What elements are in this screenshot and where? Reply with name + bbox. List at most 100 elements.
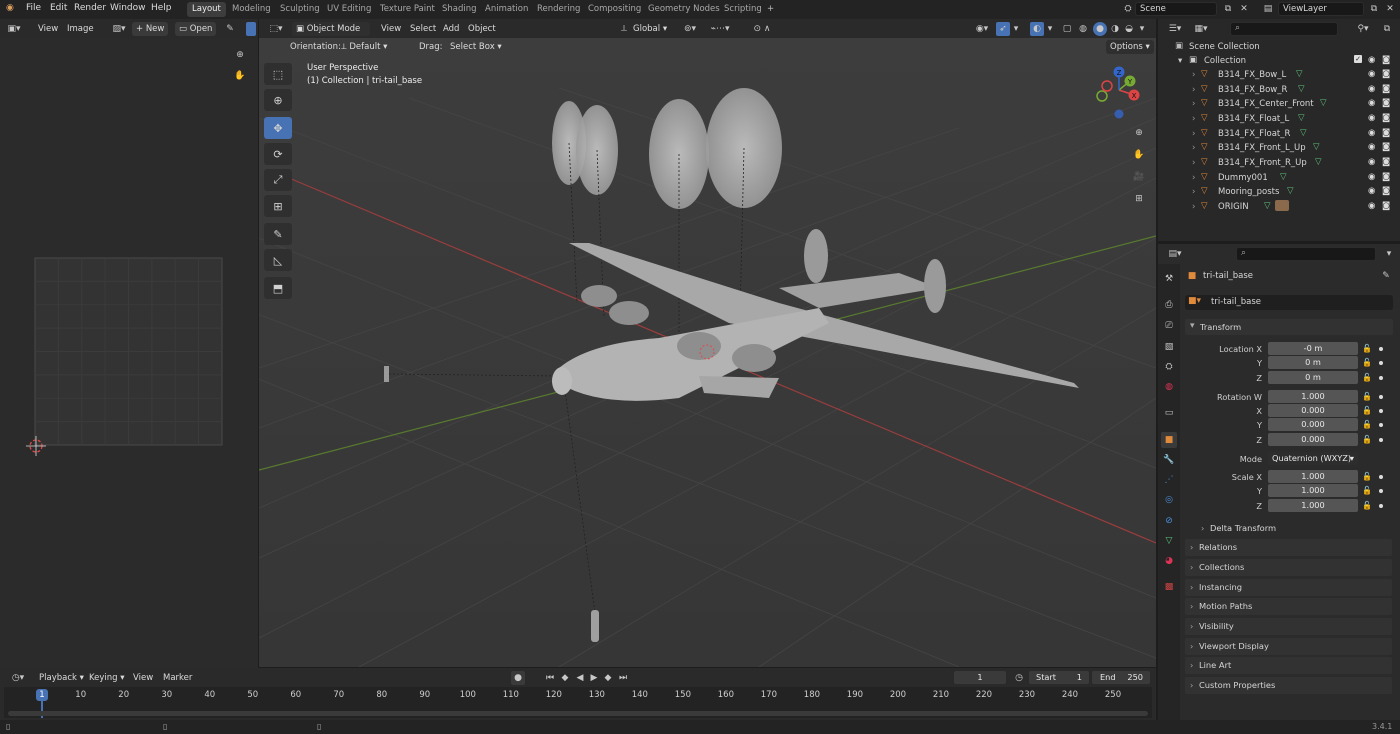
outliner-item[interactable]: › ▽ B314_FX_Bow_L ▽ ◉ ◙ (1158, 68, 1400, 83)
scene-tab-icon[interactable]: ⛭ (1162, 360, 1176, 374)
image-new-button[interactable]: + New (132, 22, 169, 36)
render-camera-icon[interactable]: ◙ (1382, 69, 1390, 79)
new-scene-icon[interactable]: ⧉ (1222, 3, 1234, 15)
render-camera-icon[interactable]: ◙ (1382, 128, 1390, 138)
scene-icon[interactable]: ⛭ (1122, 3, 1134, 15)
tab-compositing[interactable]: Compositing (583, 2, 646, 17)
play-icon[interactable]: ▶ (588, 671, 600, 685)
lock-icon[interactable]: 🔓 (1362, 344, 1372, 353)
checkbox-icon[interactable]: ✓ (1354, 55, 1362, 63)
select-box-tool-icon[interactable]: ⬚ (264, 63, 292, 85)
jump-end-icon[interactable]: ⏭ (617, 671, 629, 685)
play-reverse-icon[interactable]: ◀ (574, 671, 586, 685)
orientation-select[interactable]: ⟂ Default ▾ (341, 42, 387, 52)
viewport-editor-type-icon[interactable]: ⬚▾ (267, 23, 285, 35)
section-relations[interactable]: Relations (1185, 539, 1392, 556)
tab-rendering[interactable]: Rendering (532, 2, 585, 17)
view-layer-icon[interactable]: ▤ (1262, 3, 1274, 15)
visibility-filter-icon[interactable]: ◉▾ (971, 23, 993, 35)
viewport-pan-icon[interactable]: ✋ (1130, 147, 1148, 163)
scene-selector[interactable]: Scene (1135, 2, 1217, 16)
editor-type-icon[interactable]: ▣▾ (6, 23, 22, 35)
render-camera-icon[interactable]: ◙ (1382, 186, 1390, 196)
properties-search-input[interactable]: ⌕ (1236, 247, 1376, 261)
jump-start-icon[interactable]: ⏮ (544, 671, 556, 685)
section-line-art[interactable]: Line Art (1185, 657, 1392, 674)
render-camera-icon[interactable]: ◙ (1382, 84, 1390, 94)
rotate-tool-icon[interactable]: ⟳ (264, 143, 292, 165)
keyframe-dot-icon[interactable] (1379, 361, 1383, 365)
texture-tab-icon[interactable]: ▩ (1162, 580, 1176, 594)
lock-icon[interactable]: 🔓 (1362, 406, 1372, 415)
location-x-field[interactable]: -0 m (1268, 342, 1358, 355)
render-camera-icon[interactable]: ◙ (1382, 113, 1390, 123)
move-tool-icon[interactable]: ✥ (264, 117, 292, 139)
section-visibility[interactable]: Visibility (1185, 618, 1392, 635)
tab-scripting[interactable]: Scripting (719, 2, 767, 17)
keyframe-dot-icon[interactable] (1379, 423, 1383, 427)
render-camera-icon[interactable]: ◙ (1382, 172, 1390, 182)
measure-tool-icon[interactable]: ◺ (264, 249, 292, 271)
world-tab-icon[interactable]: ◍ (1162, 380, 1176, 394)
transform-orientation-icon[interactable]: ⟂ (618, 23, 630, 35)
material-tab-icon[interactable]: ◕ (1162, 554, 1176, 568)
scale-tool-icon[interactable]: ⤢ (264, 169, 292, 191)
keyframe-dot-icon[interactable] (1379, 347, 1383, 351)
lock-icon[interactable]: 🔓 (1362, 472, 1372, 481)
xray-icon[interactable]: ▢ (1061, 23, 1073, 35)
delta-transform-subpanel[interactable]: › Delta Transform (1195, 520, 1390, 536)
drag-select[interactable]: Select Box ▾ (450, 42, 502, 52)
start-frame-field[interactable]: Start 1 (1029, 671, 1089, 684)
tab-layout[interactable]: Layout (187, 2, 226, 17)
zoom-icon[interactable]: ⊕ (232, 47, 248, 63)
render-camera-icon[interactable]: ◙ (1382, 98, 1390, 108)
menu-window[interactable]: Window (110, 3, 146, 13)
render-camera-icon[interactable]: ◙ (1382, 201, 1390, 211)
annotate-tool-icon[interactable]: ✎ (264, 223, 292, 245)
render-camera-icon[interactable]: ◙ (1382, 157, 1390, 167)
object-name-field[interactable]: ■▾ tri-tail_base (1185, 295, 1393, 310)
section-collections[interactable]: Collections (1185, 559, 1392, 576)
snap-icon[interactable]: ⌁⋯▾ (705, 23, 735, 35)
physics-tab-icon[interactable]: ◎ (1162, 493, 1176, 507)
cursor-tool-icon[interactable]: ⊕ (264, 89, 292, 111)
outliner-editor-type-icon[interactable]: ☰▾ (1166, 23, 1184, 35)
menu-file[interactable]: File (26, 3, 41, 13)
outliner-item[interactable]: › ▽ B314_FX_Float_R ▽ ◉ ◙ (1158, 127, 1400, 142)
collection-tab-icon[interactable]: ▭ (1162, 406, 1176, 420)
gizmo-toggle-icon[interactable]: ➶ (996, 22, 1010, 36)
display-mode-icon[interactable]: ▦▾ (1192, 23, 1210, 35)
timeline-menu-marker[interactable]: Marker (163, 673, 192, 683)
new-collection-icon[interactable]: ⧉ (1380, 23, 1394, 35)
output-tab-icon[interactable]: ⎚ (1162, 319, 1176, 333)
image-browse-icon[interactable]: ▨▾ (109, 23, 129, 35)
viewport-zoom-icon[interactable]: ⊕ (1130, 125, 1148, 141)
record-icon[interactable]: ● (511, 671, 525, 685)
image-toggle-icon[interactable] (246, 22, 256, 36)
outliner-item[interactable]: › ▽ B314_FX_Float_L ▽ ◉ ◙ (1158, 112, 1400, 127)
visibility-eye-icon[interactable]: ◉ (1368, 84, 1375, 94)
location-z-field[interactable]: 0 m (1268, 371, 1358, 384)
lock-icon[interactable]: 🔓 (1362, 486, 1372, 495)
modifier-tab-icon[interactable]: 🔧 (1162, 453, 1176, 467)
outliner-item[interactable]: › ▽ B314_FX_Front_L_Up ▽ ◉ ◙ (1158, 141, 1400, 156)
outliner-item[interactable]: › ▽ B314_FX_Front_R_Up ▽ ◉ ◙ (1158, 156, 1400, 171)
tab-animation[interactable]: Animation (480, 2, 533, 17)
menu-render[interactable]: Render (74, 3, 106, 13)
render-camera-icon[interactable]: ◙ (1382, 142, 1390, 152)
visibility-eye-icon[interactable]: ◉ (1368, 98, 1375, 108)
transform-orientation-select[interactable]: Global ▾ (633, 24, 667, 34)
rotation-y-field[interactable]: 0.000 (1268, 418, 1358, 431)
navigation-gizmo[interactable]: X Y Z (1092, 62, 1146, 120)
visibility-eye-icon[interactable]: ◉ (1368, 55, 1375, 65)
viewport-menu-add[interactable]: Add (443, 24, 459, 34)
rotation-mode-select[interactable]: Quaternion (WXYZ) ▾ (1268, 452, 1358, 465)
visibility-eye-icon[interactable]: ◉ (1368, 172, 1375, 182)
viewport-menu-object[interactable]: Object (468, 24, 496, 34)
material-shading-icon[interactable]: ◑ (1109, 23, 1121, 35)
visibility-eye-icon[interactable]: ◉ (1368, 157, 1375, 167)
lock-icon[interactable]: 🔓 (1362, 392, 1372, 401)
visibility-eye-icon[interactable]: ◉ (1368, 142, 1375, 152)
outliner-row-scene-collection[interactable]: ▣ Scene Collection (1158, 40, 1400, 55)
outliner-item[interactable]: › ▽ ORIGIN ▽ ◉ ◙ (1158, 200, 1400, 215)
